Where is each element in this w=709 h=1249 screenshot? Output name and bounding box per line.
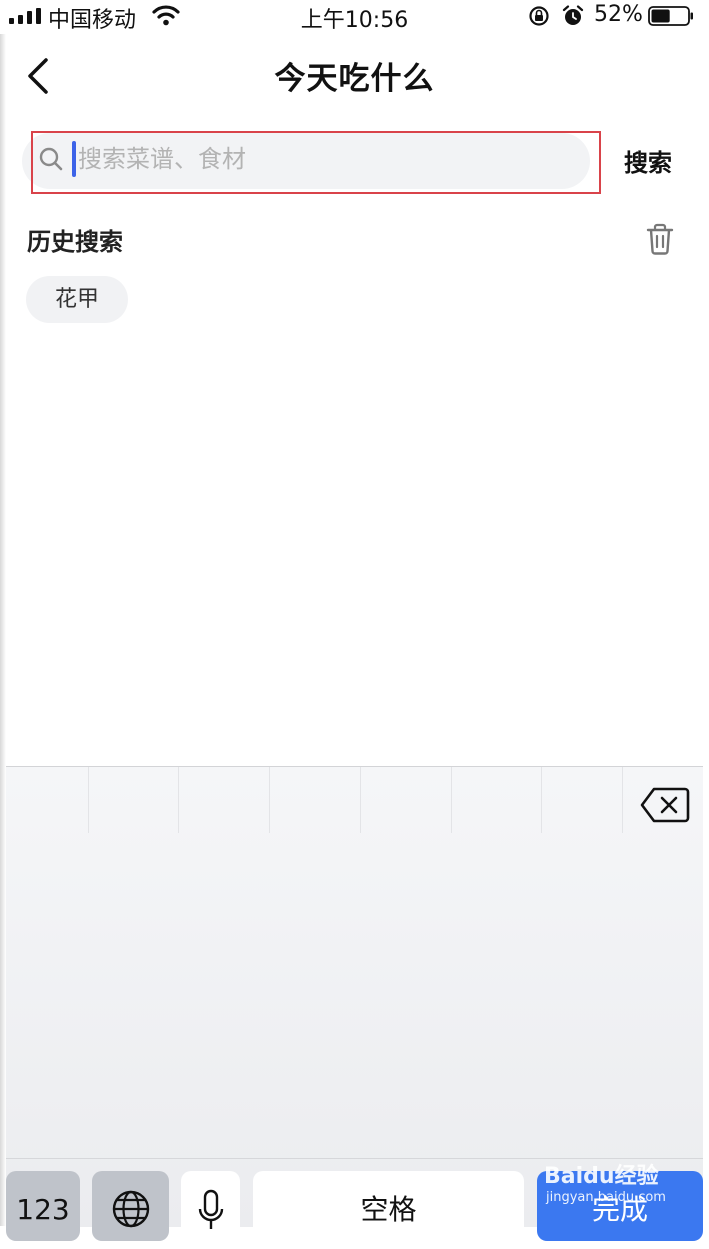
watermark-url: jingyan.baidu.com <box>546 1190 666 1205</box>
microphone-icon <box>198 1189 224 1229</box>
alarm-icon <box>562 5 584 25</box>
keyboard-divider <box>269 767 270 833</box>
rotation-lock-icon <box>529 6 549 26</box>
globe-key[interactable] <box>92 1171 169 1241</box>
numbers-key[interactable]: 123 <box>6 1171 80 1241</box>
history-chip[interactable]: 花甲 <box>26 276 128 323</box>
keyboard-divider <box>451 767 452 833</box>
status-bar: 中国移动 上午10:56 52% <box>0 0 709 34</box>
trash-icon[interactable] <box>644 222 676 256</box>
keyboard-divider <box>541 767 542 833</box>
keyboard-divider <box>178 767 179 833</box>
watermark-brand: Baidu经验 <box>544 1164 659 1189</box>
keyboard-divider <box>622 767 623 833</box>
search-button[interactable]: 搜索 <box>624 143 672 178</box>
keyboard-divider <box>360 767 361 833</box>
space-key[interactable]: 空格 <box>253 1171 524 1241</box>
page-title: 今天吃什么 <box>274 61 435 97</box>
globe-icon <box>112 1190 150 1228</box>
battery-icon <box>648 6 693 26</box>
search-highlight-box <box>31 131 601 194</box>
history-title: 历史搜索 <box>27 228 123 256</box>
delete-icon[interactable] <box>640 786 690 824</box>
battery-percent: 52% <box>594 2 643 27</box>
microphone-key[interactable] <box>181 1171 240 1241</box>
keyboard-divider <box>88 767 89 833</box>
